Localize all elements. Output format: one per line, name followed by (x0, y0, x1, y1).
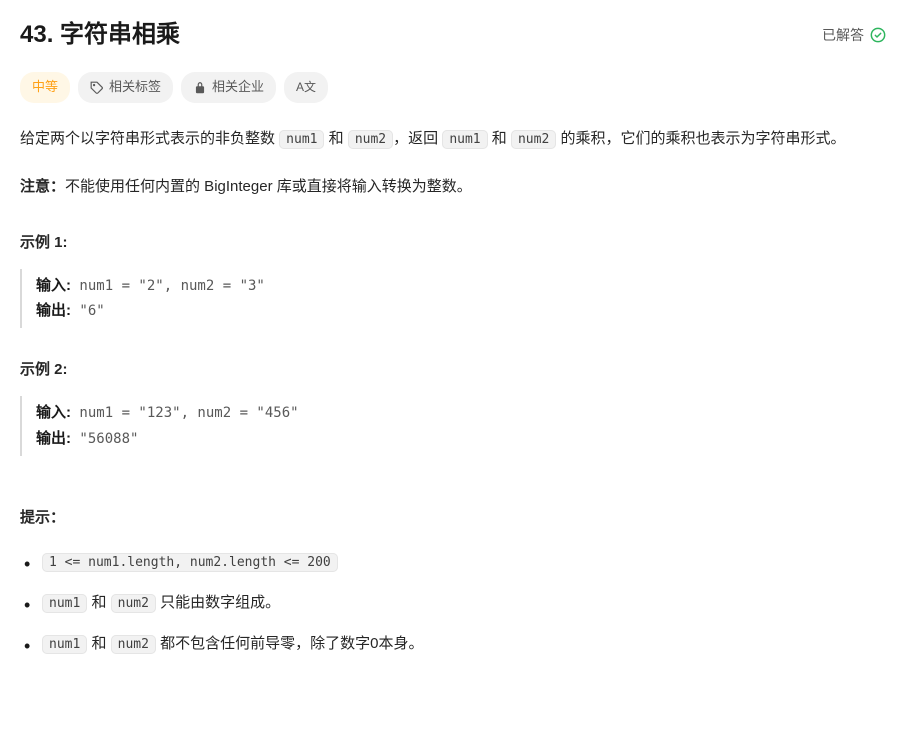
code-num1: num1 (442, 130, 487, 149)
code-num2: num2 (348, 130, 393, 149)
hint-item: num1 和 num2 只能由数字组成。 (24, 589, 886, 616)
hint-code: 1 <= num1.length, num2.length <= 200 (42, 553, 338, 572)
code-num2: num2 (111, 635, 156, 654)
topics-label: 相关标签 (109, 77, 161, 98)
lock-icon (193, 81, 207, 95)
desc-paragraph-1: 给定两个以字符串形式表示的非负整数 num1 和 num2，返回 num1 和 … (20, 125, 886, 153)
tags-row: 中等 相关标签 相关企业 A文 (20, 72, 886, 103)
input-label: 输入: (36, 277, 71, 294)
check-circle-icon (870, 27, 886, 43)
hints-heading: 提示： (20, 506, 886, 530)
tag-icon (90, 81, 104, 95)
translate-icon: A文 (296, 78, 316, 97)
example-1-block: 输入: num1 = "2", num2 = "3" 输出: "6" (20, 269, 886, 329)
topics-tag[interactable]: 相关标签 (78, 72, 173, 103)
code-num2: num2 (111, 594, 156, 613)
code-num1: num1 (42, 594, 87, 613)
input-label: 输入: (36, 404, 71, 421)
solved-label: 已解答 (822, 24, 864, 46)
desc-paragraph-2: 注意：不能使用任何内置的 BigInteger 库或直接将输入转换为整数。 (20, 173, 886, 201)
page-title: 43. 字符串相乘 (20, 16, 180, 54)
code-num1: num1 (279, 130, 324, 149)
companies-label: 相关企业 (212, 77, 264, 98)
output-label: 输出: (36, 430, 71, 447)
description: 给定两个以字符串形式表示的非负整数 num1 和 num2，返回 num1 和 … (20, 125, 886, 201)
example-1-heading: 示例 1: (20, 231, 886, 255)
hints-list: 1 <= num1.length, num2.length <= 200 num… (20, 548, 886, 657)
example-2-block: 输入: num1 = "123", num2 = "456" 输出: "5608… (20, 396, 886, 456)
code-num1: num1 (42, 635, 87, 654)
header-row: 43. 字符串相乘 已解答 (20, 16, 886, 54)
hint-item: 1 <= num1.length, num2.length <= 200 (24, 548, 886, 575)
translate-tag[interactable]: A文 (284, 72, 328, 103)
output-value: "6" (71, 303, 105, 319)
output-value: "56088" (71, 431, 138, 447)
output-label: 输出: (36, 302, 71, 319)
hint-item: num1 和 num2 都不包含任何前导零，除了数字0本身。 (24, 630, 886, 657)
input-value: num1 = "123", num2 = "456" (71, 405, 299, 421)
companies-tag[interactable]: 相关企业 (181, 72, 276, 103)
input-value: num1 = "2", num2 = "3" (71, 278, 265, 294)
solved-status: 已解答 (822, 24, 886, 46)
code-num2: num2 (511, 130, 556, 149)
example-2-heading: 示例 2: (20, 358, 886, 382)
difficulty-tag[interactable]: 中等 (20, 72, 70, 103)
